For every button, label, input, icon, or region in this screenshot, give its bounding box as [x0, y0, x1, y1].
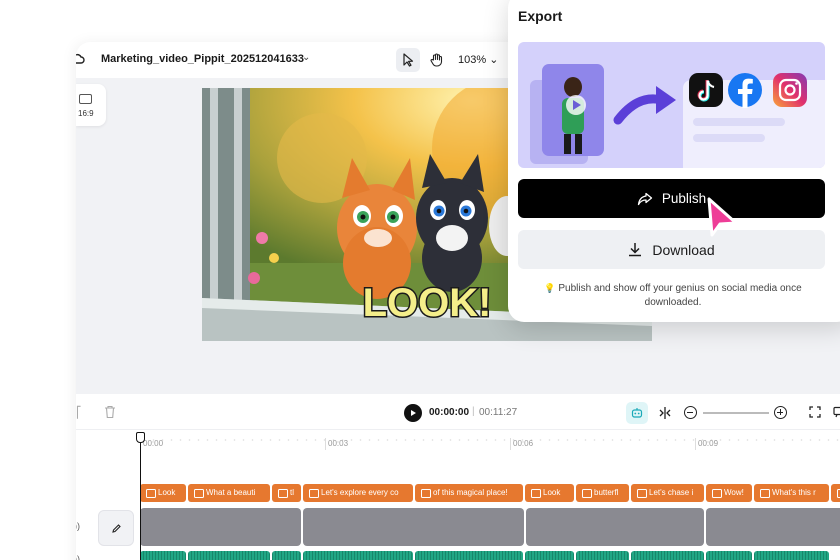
text-clip[interactable]: of this magical place! — [415, 484, 523, 502]
split-icon[interactable]: ⎡ — [76, 406, 82, 419]
timeline-zoom-slider[interactable] — [703, 412, 769, 414]
mouse-cursor-icon — [707, 197, 738, 237]
hand-icon — [430, 53, 442, 67]
text-clip[interactable]: What's this r — [754, 484, 829, 502]
publish-label: Publish — [661, 191, 707, 206]
download-icon — [629, 243, 642, 257]
playhead-handle[interactable] — [136, 432, 145, 443]
export-title: Export — [518, 8, 563, 24]
audio-clip[interactable] — [415, 551, 523, 560]
track-audio-icon[interactable]: )) — [76, 521, 80, 531]
zoom-out-icon[interactable] — [684, 406, 697, 419]
timeline-tick: 00:09 — [695, 438, 718, 450]
audio-clip[interactable] — [706, 551, 752, 560]
fullscreen-icon[interactable] — [809, 406, 821, 418]
playhead-line[interactable] — [140, 432, 141, 560]
split-view-icon[interactable] — [657, 405, 673, 421]
robot-icon — [631, 408, 643, 418]
current-time: 00:00:00 — [429, 407, 470, 418]
chevron-down-icon[interactable]: ⌄ — [302, 52, 310, 63]
cursor-arrow-icon — [403, 53, 414, 67]
cloud-sync-icon[interactable] — [76, 52, 85, 66]
aspect-ratio-icon — [79, 94, 92, 104]
audio-clip[interactable] — [303, 551, 413, 560]
timeline-ruler[interactable] — [140, 438, 840, 442]
zoom-level-select[interactable]: 103% ⌄ — [458, 53, 498, 66]
video-clip[interactable] — [706, 508, 840, 546]
share-icon — [637, 192, 653, 205]
lightbulb-icon: 💡 — [544, 283, 556, 293]
download-button[interactable]: Download — [518, 230, 825, 269]
audio-clip[interactable] — [272, 551, 301, 560]
social-publish-illustration — [530, 64, 825, 168]
total-time: 00:11:27 — [479, 407, 518, 418]
text-clip[interactable]: Wow! — [706, 484, 752, 502]
play-button[interactable] — [404, 404, 422, 422]
pencil-icon — [111, 523, 121, 533]
aspect-ratio-label: 16:9 — [78, 109, 94, 118]
project-name[interactable]: Marketing_video_Pippit_202512041633 — [101, 53, 304, 65]
hand-tool-button[interactable] — [424, 48, 448, 72]
play-icon — [411, 410, 416, 416]
text-clip[interactable]: Look — [525, 484, 574, 502]
tiktok-icon — [689, 73, 723, 107]
audio-clip[interactable] — [631, 551, 704, 560]
publish-button[interactable]: Publish — [518, 179, 825, 218]
zoom-in-icon[interactable] — [774, 406, 787, 419]
export-banner — [518, 42, 825, 168]
trash-icon[interactable] — [104, 405, 116, 419]
video-clip[interactable] — [140, 508, 301, 546]
text-clip[interactable]: Let's explore every co — [303, 484, 413, 502]
audio-clip[interactable] — [576, 551, 629, 560]
export-hint: 💡 Publish and show off your genius on so… — [528, 281, 818, 310]
audio-clip[interactable] — [754, 551, 829, 560]
pointer-tool-button[interactable] — [396, 48, 420, 72]
text-clip[interactable]: What a beauti — [188, 484, 270, 502]
timeline-toolbar: ⎡ 00:00:00 | 00:11:27 — [76, 394, 840, 430]
timeline-tick: 00:03 — [325, 438, 348, 450]
chevron-down-icon: ⌄ — [489, 54, 499, 66]
export-panel: Export Publish Download 💡 Publish and sh… — [508, 0, 840, 322]
track-audio-icon[interactable]: )) — [76, 554, 80, 560]
text-clip[interactable]: tl — [272, 484, 301, 502]
text-clip[interactable]: Look — [140, 484, 186, 502]
timeline-panel: ⎡ 00:00:00 | 00:11:27 00:00 00:03 00:06 … — [76, 394, 840, 560]
video-clip[interactable] — [526, 508, 704, 546]
text-clip[interactable]: butterfl — [576, 484, 629, 502]
text-clip[interactable] — [831, 484, 840, 502]
audio-clip[interactable] — [525, 551, 574, 560]
zoom-level-value: 103% — [458, 54, 487, 66]
download-label: Download — [652, 241, 715, 258]
aspect-ratio-button[interactable]: 16:9 — [76, 84, 106, 126]
time-separator: | — [472, 406, 475, 417]
ai-magic-button[interactable] — [626, 402, 648, 424]
track-edit-button[interactable] — [98, 510, 134, 546]
instagram-icon — [773, 73, 807, 107]
video-clip[interactable] — [303, 508, 524, 546]
text-clip[interactable]: Let's chase i — [631, 484, 704, 502]
preview-caption: LOOK! — [363, 281, 492, 325]
export-hint-text: Publish and show off your genius on soci… — [558, 283, 802, 308]
caption-icon[interactable] — [833, 406, 840, 418]
timeline-tick: 00:06 — [510, 438, 533, 450]
audio-clip[interactable] — [188, 551, 270, 560]
audio-clip[interactable] — [140, 551, 186, 560]
